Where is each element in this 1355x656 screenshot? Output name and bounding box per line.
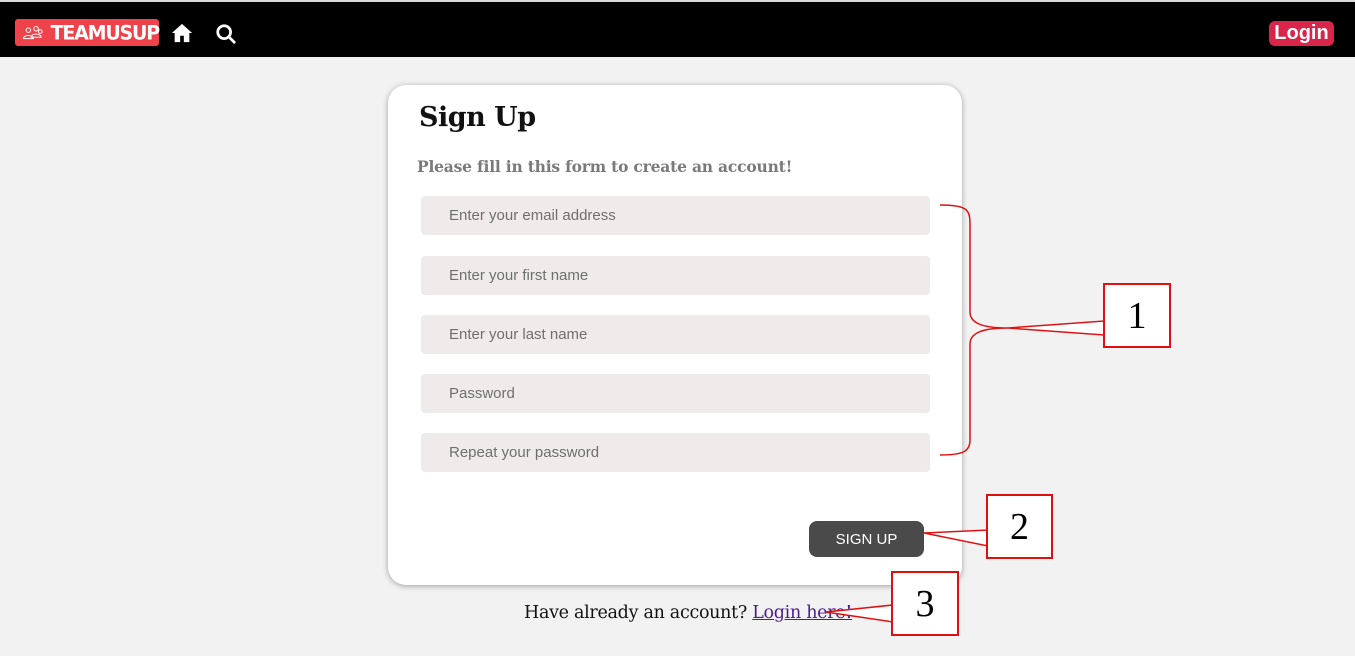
callout-3-label: 3 bbox=[891, 571, 959, 636]
login-here-link[interactable]: Login here! bbox=[752, 603, 852, 623]
home-icon[interactable] bbox=[171, 22, 193, 44]
search-icon[interactable] bbox=[215, 23, 237, 45]
last-name-field[interactable] bbox=[421, 315, 930, 354]
email-field[interactable] bbox=[421, 196, 930, 235]
login-prompt-text: Have already an account? bbox=[524, 603, 747, 623]
signup-card: Sign Up Please fill in this form to crea… bbox=[388, 85, 962, 585]
brand-name: TEAMUSUP bbox=[50, 20, 161, 45]
password-field[interactable] bbox=[421, 374, 930, 413]
login-button[interactable]: Login bbox=[1269, 21, 1334, 46]
page-title: Sign Up bbox=[419, 102, 536, 133]
team-icon bbox=[22, 25, 43, 39]
form-subtitle: Please fill in this form to create an ac… bbox=[417, 157, 793, 176]
login-prompt: Have already an account? Login here! bbox=[524, 603, 852, 623]
callout-1-label: 1 bbox=[1103, 283, 1171, 348]
top-navbar: TEAMUSUP Login bbox=[0, 0, 1355, 57]
signup-button[interactable]: SIGN UP bbox=[809, 521, 924, 557]
first-name-field[interactable] bbox=[421, 256, 930, 295]
repeat-password-field[interactable] bbox=[421, 433, 930, 472]
callout-2-label: 2 bbox=[986, 494, 1053, 559]
callout-1-pointer bbox=[1007, 320, 1105, 336]
brand-logo[interactable]: TEAMUSUP bbox=[15, 19, 161, 46]
